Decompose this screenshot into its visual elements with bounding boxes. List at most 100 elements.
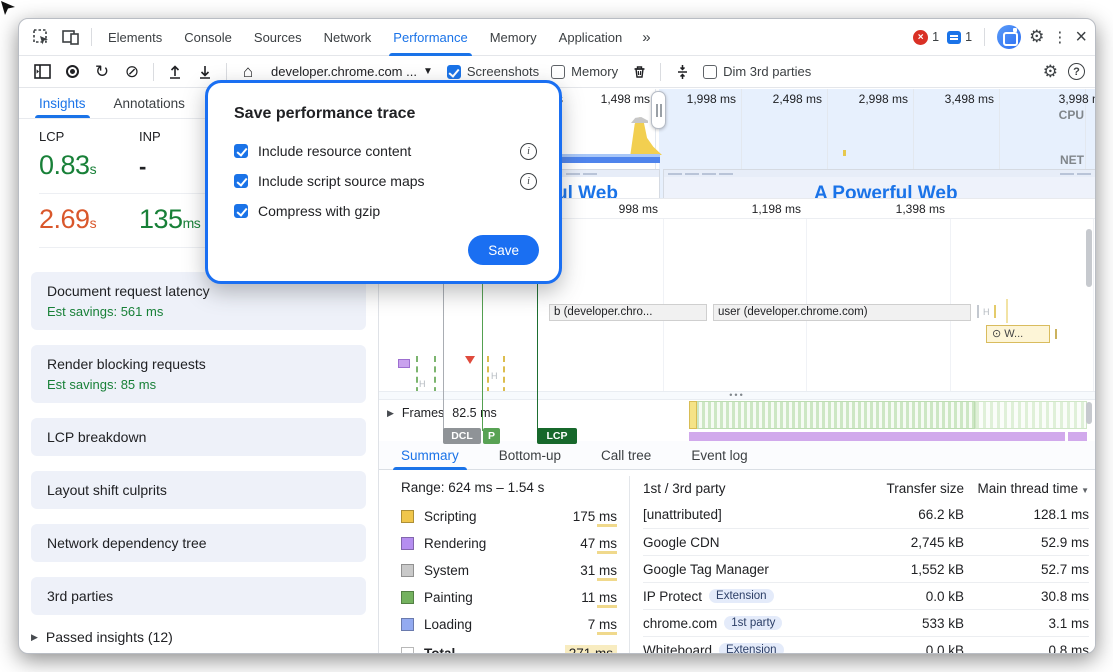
filmstrip-screenshot[interactable]: ul Web [561, 169, 660, 199]
insight-render-blocking-requests[interactable]: Render blocking requests Est savings: 85… [31, 345, 366, 403]
dialog-title: Save performance trace [234, 105, 415, 123]
legend-swatch [401, 537, 414, 550]
flame-event-box[interactable]: ⊙ W... [986, 325, 1050, 343]
insight-title: Document request latency [47, 283, 350, 299]
option-compress-gzip[interactable]: Compress with gzip [234, 201, 537, 221]
ruler-label: 1,5 [1094, 202, 1095, 216]
screenshot-text: A Powerful Web [814, 183, 1095, 199]
insight-network-dependency-tree[interactable]: Network dependency tree [31, 524, 366, 562]
filmstrip-screenshot[interactable]: A Powerful Web [663, 169, 1095, 199]
tab-memory[interactable]: Memory [480, 19, 547, 56]
tab-performance[interactable]: Performance [383, 19, 477, 56]
tab-network[interactable]: Network [314, 19, 382, 56]
record-button[interactable] [59, 59, 85, 85]
passed-insights-toggle[interactable]: ▶ Passed insights (12) [31, 629, 366, 645]
more-tabs-icon[interactable]: » [634, 29, 658, 46]
insight-3rd-parties[interactable]: 3rd parties [31, 577, 366, 615]
tab-event-log[interactable]: Event log [691, 441, 747, 470]
dim-3rd-parties-checkbox[interactable]: Dim 3rd parties [699, 64, 815, 79]
console-errors-badge[interactable]: × 1 [913, 30, 939, 45]
issues-icon [947, 31, 961, 44]
record-and-reload-icon[interactable]: ↻ [89, 59, 115, 85]
console-issues-badge[interactable]: 1 [947, 30, 972, 44]
checkbox-icon [447, 65, 461, 79]
divider [91, 28, 92, 46]
tab-console[interactable]: Console [174, 19, 242, 56]
ruler-label: 1,398 ms [896, 202, 950, 216]
sort-desc-icon: ▼ [1081, 486, 1089, 495]
capture-settings-gear-icon[interactable]: ⚙ [1043, 62, 1058, 82]
info-icon[interactable]: i [520, 143, 537, 160]
flame-track-extension[interactable]: b (developer.chro... [549, 304, 707, 321]
tab-summary[interactable]: Summary [401, 441, 459, 470]
checkbox-icon[interactable] [234, 204, 248, 218]
close-devtools-icon[interactable]: × [1075, 27, 1087, 47]
option-label: Include script source maps [258, 173, 425, 189]
kebab-menu-icon[interactable]: ⋮ [1052, 28, 1067, 46]
tab-annotations[interactable]: Annotations [114, 96, 185, 118]
expand-triangle-icon[interactable]: ▶ [387, 408, 394, 419]
flame-mark: H [419, 379, 426, 389]
toggle-sidebar-icon[interactable] [29, 59, 55, 85]
col-main-thread-time[interactable]: Main thread time▼ [964, 481, 1089, 496]
tab-application[interactable]: Application [549, 19, 633, 56]
garbage-collect-icon[interactable] [626, 59, 652, 85]
window-resize-handle[interactable] [651, 91, 666, 129]
flame-mark: H [983, 307, 990, 317]
screenshots-checkbox[interactable]: Screenshots [443, 64, 543, 79]
insight-lcp-breakdown[interactable]: LCP breakdown [31, 418, 366, 456]
table-row[interactable]: IP ProtectExtension 0.0 kB 30.8 ms [643, 582, 1089, 609]
inspect-element-icon[interactable] [27, 23, 55, 51]
vertical-scrollbar[interactable] [1086, 402, 1092, 424]
legend-swatch [401, 564, 414, 577]
table-row[interactable]: Google CDN 2,745 kB 52.9 ms [643, 528, 1089, 555]
table-row[interactable]: [unattributed] 66.2 kB 128.1 ms [643, 501, 1089, 528]
ruler-label: 1,198 ms [752, 202, 806, 216]
settings-gear-icon[interactable]: ⚙ [1029, 27, 1044, 47]
cpu-activity-spike-cap [631, 117, 648, 123]
vertical-scrollbar[interactable] [1086, 229, 1092, 287]
page-selector-dropdown[interactable]: developer.chrome.com ... ▼ [265, 64, 439, 79]
error-count: 1 [932, 30, 939, 44]
upload-profile-icon[interactable] [162, 59, 188, 85]
legend-row-total: Total 271 ms [401, 643, 617, 653]
insight-title: 3rd parties [47, 588, 350, 604]
tab-call-tree[interactable]: Call tree [601, 441, 651, 470]
tab-sources[interactable]: Sources [244, 19, 312, 56]
throttling-icon[interactable] [669, 59, 695, 85]
clear-icon[interactable]: ⊘ [119, 59, 145, 85]
resize-grip[interactable]: ••• [379, 391, 1095, 400]
cpu-activity-minor [843, 150, 846, 156]
lcp-field-value: 2.69s [39, 204, 139, 235]
checkbox-icon[interactable] [234, 174, 248, 188]
flame-mark: H [491, 371, 498, 381]
info-icon[interactable]: i [520, 173, 537, 190]
extension-badge: Extension [719, 643, 784, 653]
ruler-label: 998 ms [619, 202, 663, 216]
option-include-resource-content[interactable]: Include resource content i [234, 141, 537, 161]
memory-checkbox[interactable]: Memory [547, 64, 622, 79]
lcp-marker-badge[interactable]: LCP [537, 428, 577, 444]
dcl-marker-badge[interactable]: DCL [443, 428, 481, 444]
col-transfer-size[interactable]: Transfer size [834, 481, 964, 496]
frames-track[interactable]: ▶ Frames 82.5 ms DCL P LCP [379, 400, 1095, 432]
legend-value: 11 ms [581, 590, 617, 605]
tab-insights[interactable]: Insights [39, 96, 86, 118]
checkbox-icon[interactable] [234, 144, 248, 158]
option-include-source-maps[interactable]: Include script source maps i [234, 171, 537, 191]
time-label: 2,998 ms [859, 92, 913, 106]
insight-layout-shift-culprits[interactable]: Layout shift culprits [31, 471, 366, 509]
fp-marker-badge[interactable]: P [483, 428, 500, 444]
table-row[interactable]: WhiteboardExtension 0.0 kB 0.8 ms [643, 636, 1089, 653]
table-row[interactable]: chrome.com1st party 533 kB 3.1 ms [643, 609, 1089, 636]
flame-track-user[interactable]: user (developer.chrome.com) [713, 304, 971, 321]
tab-bottom-up[interactable]: Bottom-up [499, 441, 561, 470]
col-party[interactable]: 1st / 3rd party [643, 481, 834, 496]
table-row[interactable]: Google Tag Manager 1,552 kB 52.7 ms [643, 555, 1089, 582]
ai-assistance-icon[interactable] [997, 25, 1021, 49]
help-icon[interactable]: ? [1068, 63, 1085, 80]
divider [226, 63, 227, 81]
save-button[interactable]: Save [468, 235, 539, 265]
device-toolbar-icon[interactable] [57, 23, 85, 51]
tab-elements[interactable]: Elements [98, 19, 172, 56]
